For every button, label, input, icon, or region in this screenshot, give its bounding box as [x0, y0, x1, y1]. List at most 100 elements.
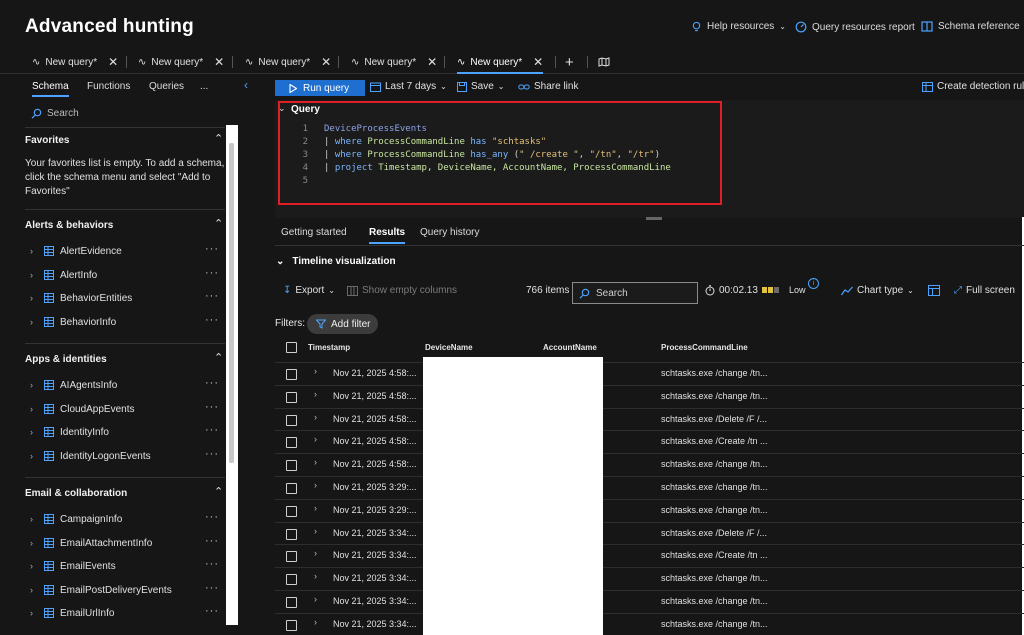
schema-reference-link[interactable]: Schema reference: [921, 21, 1020, 32]
row-checkbox[interactable]: [286, 369, 297, 380]
row-checkbox[interactable]: [286, 574, 297, 585]
chevron-up-icon[interactable]: ⌃: [214, 485, 223, 498]
query-tab-1[interactable]: ∿ New query* ✕: [32, 53, 118, 71]
chevron-right-icon[interactable]: ›: [314, 389, 317, 399]
close-icon[interactable]: ✕: [321, 55, 331, 69]
new-tab-button[interactable]: +: [565, 53, 574, 71]
item-menu-button[interactable]: ···: [205, 243, 219, 255]
chevron-right-icon[interactable]: ›: [314, 526, 317, 536]
schema-table-item[interactable]: › CampaignInfo: [30, 512, 122, 526]
tab-results[interactable]: Results: [369, 227, 406, 244]
row-checkbox[interactable]: [286, 620, 297, 631]
row-checkbox[interactable]: [286, 415, 297, 426]
table-row[interactable]: › Nov 21, 2025 3:34:... schtasks.exe /chan…: [275, 614, 1024, 635]
collapse-panel-icon[interactable]: ‹: [244, 78, 248, 92]
chevron-right-icon[interactable]: ›: [314, 457, 317, 467]
table-row[interactable]: › Nov 21, 2025 3:34:... schtasks.exe /Dele…: [275, 523, 1024, 546]
query-resources-report-link[interactable]: Query resources report: [795, 21, 915, 33]
tab-getting-started[interactable]: Getting started: [281, 227, 347, 238]
tab-queries[interactable]: Queries: [149, 81, 184, 92]
chevron-right-icon[interactable]: ›: [314, 548, 317, 558]
chevron-right-icon[interactable]: ›: [314, 503, 317, 513]
select-all-checkbox[interactable]: [286, 342, 297, 353]
chevron-up-icon[interactable]: ⌃: [214, 217, 223, 230]
info-icon[interactable]: i: [808, 278, 819, 289]
schema-table-item[interactable]: › BehaviorInfo: [30, 315, 116, 329]
close-icon[interactable]: ✕: [533, 55, 543, 69]
table-row[interactable]: › Nov 21, 2025 3:34:... schtasks.exe /Crea…: [275, 545, 1024, 568]
item-menu-button[interactable]: ···: [205, 267, 219, 279]
item-menu-button[interactable]: ···: [205, 401, 219, 413]
map-button[interactable]: [598, 53, 610, 71]
query-tab-5[interactable]: ∿ New query* ✕: [457, 53, 544, 74]
save-dropdown[interactable]: Save ⌄: [457, 81, 505, 92]
table-row[interactable]: › Nov 21, 2025 3:29:... schtasks.exe /chan…: [275, 500, 1024, 523]
table-row[interactable]: › Nov 21, 2025 4:58:... schtasks.exe /chan…: [275, 363, 1024, 386]
schema-table-item[interactable]: › EmailAttachmentInfo: [30, 536, 152, 550]
row-checkbox[interactable]: [286, 392, 297, 403]
item-menu-button[interactable]: ···: [205, 377, 219, 389]
tab-query-history[interactable]: Query history: [420, 227, 479, 238]
help-resources-link[interactable]: Help resources ⌄: [691, 21, 786, 32]
tab-functions[interactable]: Functions: [87, 81, 130, 92]
editor-resize-handle[interactable]: [646, 217, 662, 220]
table-row[interactable]: › Nov 21, 2025 4:58:... schtasks.exe /Dele…: [275, 409, 1024, 432]
item-menu-button[interactable]: ···: [205, 290, 219, 302]
chevron-right-icon[interactable]: ›: [314, 594, 317, 604]
schema-table-item[interactable]: › EmailPostDeliveryEvents: [30, 583, 172, 597]
export-dropdown[interactable]: ↧ Export ⌄: [283, 285, 335, 296]
chevron-right-icon[interactable]: ›: [314, 434, 317, 444]
item-menu-button[interactable]: ···: [205, 314, 219, 326]
query-tab-2[interactable]: ∿ New query* ✕: [138, 53, 224, 71]
item-menu-button[interactable]: ···: [205, 605, 219, 617]
table-row[interactable]: › Nov 21, 2025 4:58:... schtasks.exe /chan…: [275, 386, 1024, 409]
query-tab-4[interactable]: ∿ New query* ✕: [351, 53, 437, 71]
row-checkbox[interactable]: [286, 506, 297, 517]
schema-table-item[interactable]: › IdentityInfo: [30, 425, 109, 439]
schema-table-item[interactable]: › AlertInfo: [30, 268, 97, 282]
column-header-accountname[interactable]: AccountName: [543, 343, 597, 352]
row-checkbox[interactable]: [286, 460, 297, 471]
tab-schema[interactable]: Schema: [32, 81, 69, 97]
column-header-processcommandline[interactable]: ProcessCommandLine: [661, 343, 748, 352]
item-menu-button[interactable]: ···: [205, 424, 219, 436]
schema-table-item[interactable]: › IdentityLogonEvents: [30, 449, 151, 463]
close-icon[interactable]: ✕: [214, 55, 224, 69]
results-search-input[interactable]: Search: [572, 282, 698, 304]
query-tab-3[interactable]: ∿ New query* ✕: [245, 53, 331, 71]
full-screen-button[interactable]: ⤢ Full screen: [954, 285, 1015, 296]
table-row[interactable]: › Nov 21, 2025 3:29:... schtasks.exe /chan…: [275, 477, 1024, 500]
table-row[interactable]: › Nov 21, 2025 4:58:... schtasks.exe /chan…: [275, 454, 1024, 477]
chevron-right-icon[interactable]: ›: [314, 571, 317, 581]
item-menu-button[interactable]: ···: [205, 511, 219, 523]
item-menu-button[interactable]: ···: [205, 448, 219, 460]
chevron-right-icon[interactable]: ›: [314, 617, 317, 627]
row-checkbox[interactable]: [286, 597, 297, 608]
run-query-button[interactable]: Run query: [275, 80, 365, 96]
schema-table-item[interactable]: › CloudAppEvents: [30, 402, 135, 416]
schema-search[interactable]: Search: [31, 108, 79, 119]
customize-columns-button[interactable]: [928, 285, 940, 296]
chevron-right-icon[interactable]: ›: [314, 366, 317, 376]
column-header-devicename[interactable]: DeviceName: [425, 343, 473, 352]
schema-scrollbar[interactable]: [226, 125, 238, 625]
share-link-button[interactable]: Share link: [518, 81, 578, 92]
close-icon[interactable]: ✕: [108, 55, 118, 69]
item-menu-button[interactable]: ···: [205, 558, 219, 570]
schema-table-item[interactable]: › EmailEvents: [30, 559, 116, 573]
schema-table-item[interactable]: › BehaviorEntities: [30, 291, 132, 305]
row-checkbox[interactable]: [286, 437, 297, 448]
chevron-right-icon[interactable]: ›: [314, 480, 317, 490]
chevron-up-icon[interactable]: ⌃: [214, 132, 223, 145]
row-checkbox[interactable]: [286, 529, 297, 540]
chart-type-dropdown[interactable]: Chart type ⌄: [841, 285, 914, 296]
column-header-timestamp[interactable]: Timestamp: [308, 343, 350, 352]
more-tabs-button[interactable]: ...: [200, 81, 208, 92]
time-range-dropdown[interactable]: Last 7 days ⌄: [370, 81, 447, 92]
item-menu-button[interactable]: ···: [205, 582, 219, 594]
schema-table-item[interactable]: › AIAgentsInfo: [30, 378, 117, 392]
add-filter-button[interactable]: Add filter: [307, 314, 378, 334]
timeline-toggle[interactable]: ⌄ Timeline visualization: [276, 256, 396, 267]
item-menu-button[interactable]: ···: [205, 535, 219, 547]
table-row[interactable]: › Nov 21, 2025 4:58:... schtasks.exe /Crea…: [275, 431, 1024, 454]
